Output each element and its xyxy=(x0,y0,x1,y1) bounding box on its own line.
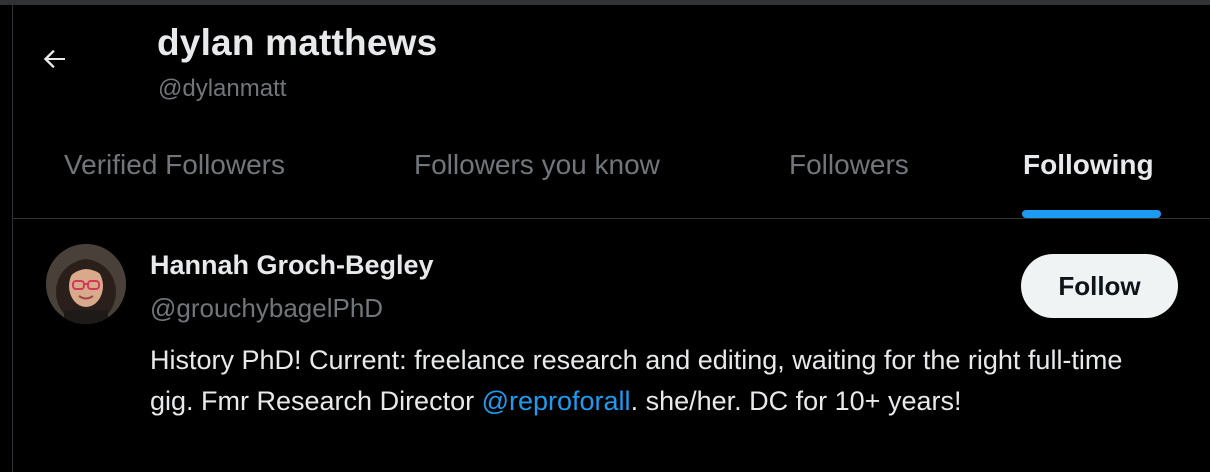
back-button[interactable] xyxy=(33,37,77,81)
tab-verified-followers[interactable]: Verified Followers xyxy=(13,135,353,219)
following-page: dylan matthews @dylanmatt Verified Follo… xyxy=(12,5,1210,472)
tab-label: Followers you know xyxy=(414,149,660,180)
profile-handle: @dylanmatt xyxy=(158,75,287,102)
tab-following[interactable]: Following xyxy=(983,135,1210,219)
arrow-left-icon xyxy=(43,49,65,69)
avatar[interactable] xyxy=(46,244,126,324)
user-name[interactable]: Hannah Groch-Begley xyxy=(150,250,434,281)
tab-followers[interactable]: Followers xyxy=(733,135,983,219)
follow-button[interactable]: Follow xyxy=(1021,254,1178,318)
tab-label: Verified Followers xyxy=(64,149,285,180)
user-handle[interactable]: @grouchybagelPhD xyxy=(150,293,383,324)
tab-label: Followers xyxy=(789,149,909,180)
bio-text: . she/her. DC for 10+ years! xyxy=(630,386,962,416)
profile-header: dylan matthews @dylanmatt xyxy=(13,5,1210,115)
profile-name: dylan matthews xyxy=(157,22,438,63)
tab-label: Following xyxy=(1023,149,1154,180)
user-bio: History PhD! Current: freelance research… xyxy=(150,340,1170,422)
active-tab-indicator xyxy=(1022,210,1161,218)
avatar-image xyxy=(46,244,126,324)
bio-mention-link[interactable]: @reproforall xyxy=(482,386,631,416)
user-cell[interactable]: Hannah Groch-Begley @grouchybagelPhD Fol… xyxy=(13,220,1210,472)
tab-followers-you-know[interactable]: Followers you know xyxy=(353,135,733,219)
tab-bar: Verified Followers Followers you know Fo… xyxy=(13,135,1210,219)
